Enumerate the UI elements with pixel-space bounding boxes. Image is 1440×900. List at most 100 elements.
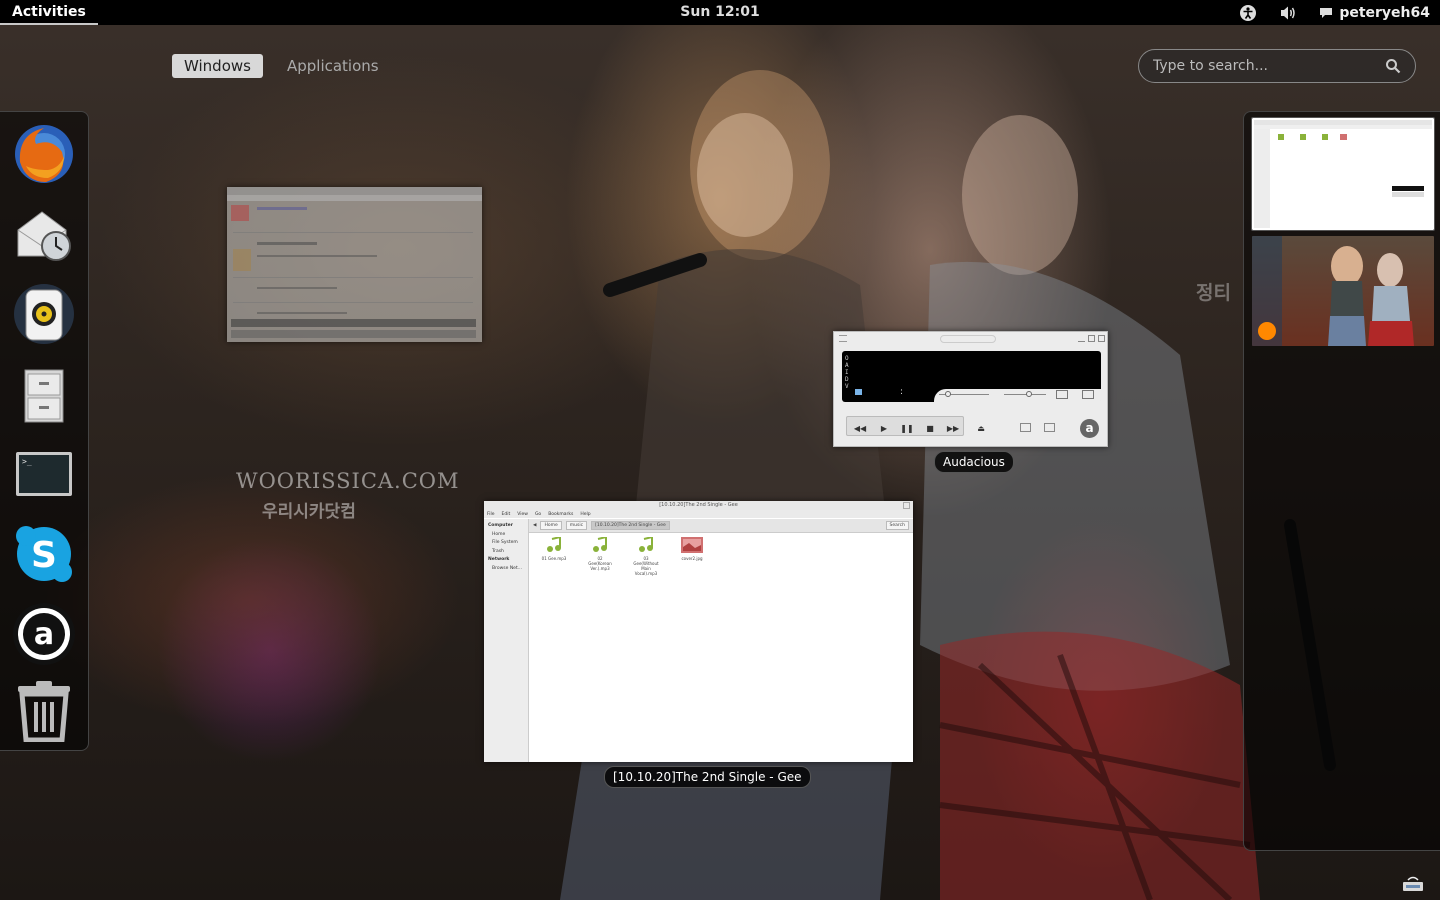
sidebar-heading-network: Network — [488, 557, 510, 562]
pause-icon[interactable]: ❚❚ — [899, 422, 915, 436]
next-icon[interactable]: ▶▶ — [945, 422, 961, 436]
file-name: cover2.jpg — [681, 556, 703, 561]
display-lower-cutout — [934, 389, 1101, 403]
chat-icon — [1320, 7, 1333, 18]
user-menu[interactable]: peteryeh64 — [1319, 5, 1430, 21]
search-icon — [1386, 59, 1401, 74]
audacious-menu-icon[interactable] — [839, 335, 847, 342]
close-icon[interactable] — [1098, 335, 1105, 342]
activities-button[interactable]: Activities — [0, 0, 98, 25]
svg-text:S: S — [31, 535, 57, 576]
menu-go[interactable]: Go — [535, 512, 541, 517]
workspace-1-preview — [1254, 120, 1432, 228]
top-panel: Activities Sun 12:01 peteryeh64 — [0, 0, 1440, 25]
search-input[interactable] — [1153, 58, 1385, 74]
browser-window-content — [227, 187, 482, 338]
sidebar-item-filesystem[interactable]: File System — [488, 539, 524, 548]
accessibility-icon[interactable] — [1239, 4, 1257, 22]
back-icon[interactable]: ◀ — [533, 523, 536, 528]
network-notification-icon[interactable] — [1400, 873, 1426, 893]
browser-window[interactable] — [227, 187, 482, 342]
audacious-title-logo — [940, 335, 996, 343]
repeat-icon[interactable] — [1020, 423, 1031, 432]
tab-windows[interactable]: Windows — [172, 54, 263, 78]
firefox-icon[interactable] — [12, 122, 76, 186]
file-manager-menubar: File Edit View Go Bookmarks Help — [484, 510, 913, 518]
file-manager-title: [10.10.20]The 2nd Single - Gee — [659, 502, 738, 508]
file-manager-toolbar: ◀ Home music [10.10.20]The 2nd Single - … — [529, 519, 913, 533]
audacious-titlebar[interactable] — [834, 332, 1107, 346]
workspace-2-thumbnail[interactable] — [1252, 236, 1434, 346]
workspace-switcher — [1243, 111, 1440, 851]
rhythmbox-icon[interactable] — [12, 282, 76, 346]
volume-slider-knob[interactable] — [945, 391, 951, 397]
clock-label[interactable]: Sun 12:01 — [680, 4, 759, 20]
breadcrumb-home[interactable]: Home — [540, 521, 562, 530]
volume-slider[interactable] — [939, 391, 989, 397]
menu-file[interactable]: File — [487, 512, 495, 517]
dash: >_ S a — [0, 111, 89, 751]
image-file-icon — [681, 537, 703, 553]
display-vertical-text: O A I D V — [845, 355, 849, 390]
skype-icon[interactable]: S — [12, 522, 76, 586]
file-manager-window-label[interactable]: [10.10.20]The 2nd Single - Gee — [604, 766, 811, 788]
audio-file-icon — [547, 535, 561, 552]
workspace-1-thumbnail[interactable] — [1251, 117, 1435, 231]
eject-icon[interactable]: ⏏ — [973, 422, 989, 436]
balance-slider[interactable] — [1004, 391, 1046, 397]
file-name: 03 Gee(Without Main Vocal).mp3 — [633, 556, 659, 576]
close-icon[interactable] — [903, 502, 910, 509]
audacious-window[interactable]: O A I D V : ◀◀ ▶ ❚❚ ■ ▶▶ ⏏ a — [833, 331, 1108, 447]
audio-file-icon — [639, 535, 653, 552]
breadcrumb-current[interactable]: [10.10.20]The 2nd Single - Gee — [591, 521, 670, 530]
menu-bookmarks[interactable]: Bookmarks — [548, 512, 573, 517]
system-tray: peteryeh64 — [1239, 0, 1430, 25]
trash-icon[interactable] — [12, 678, 76, 743]
previous-icon[interactable]: ◀◀ — [852, 422, 868, 436]
file-manager-window[interactable]: [10.10.20]The 2nd Single - Gee File Edit… — [484, 501, 913, 762]
file-name: 02 Gee(Korean Ver.).mp3 — [588, 556, 612, 571]
wallpaper-watermark: WOORISSICA.COM — [236, 469, 460, 493]
sidebar-heading-computer: Computer — [488, 523, 513, 528]
menu-help[interactable]: Help — [580, 512, 590, 517]
audio-file-icon — [593, 535, 607, 552]
svg-text:>_: >_ — [22, 457, 32, 466]
minimize-icon[interactable] — [1078, 335, 1085, 342]
sidebar-item-trash[interactable]: Trash — [488, 548, 524, 557]
audacious-icon[interactable]: a — [12, 602, 76, 666]
menu-view[interactable]: View — [517, 512, 528, 517]
display-time-colon: : — [900, 387, 904, 397]
stop-icon[interactable]: ■ — [922, 422, 938, 436]
audacious-window-label[interactable]: Audacious — [934, 451, 1014, 473]
wallpaper-watermark-sub: 우리시카닷컴 — [262, 502, 356, 522]
file-manager-titlebar[interactable]: [10.10.20]The 2nd Single - Gee — [484, 501, 913, 510]
equalizer-icon[interactable] — [1056, 390, 1068, 399]
file-item[interactable]: cover2.jpg — [678, 537, 706, 576]
tab-applications[interactable]: Applications — [275, 54, 391, 78]
file-item[interactable]: 01 Gee.mp3 — [540, 535, 568, 576]
file-item[interactable]: 03 Gee(Without Main Vocal).mp3 — [632, 535, 660, 576]
shuffle-icon[interactable] — [1044, 423, 1055, 432]
wallpaper-side-text: 정티 — [1196, 282, 1231, 304]
file-cabinet-icon[interactable] — [12, 362, 76, 426]
shade-icon[interactable] — [1088, 335, 1095, 342]
search-button[interactable]: Search — [885, 521, 909, 530]
sidebar-item-home[interactable]: Home — [488, 531, 524, 540]
menu-edit[interactable]: Edit — [502, 512, 511, 517]
display-stop-indicator — [855, 389, 862, 395]
workspace-2-preview — [1252, 236, 1434, 346]
terminal-icon[interactable]: >_ — [12, 442, 76, 506]
search-box[interactable] — [1138, 49, 1416, 83]
playlist-icon[interactable] — [1082, 390, 1094, 399]
evolution-mail-icon[interactable] — [12, 202, 76, 266]
sidebar-item-browse-network[interactable]: Browse Net... — [488, 565, 524, 574]
user-name: peteryeh64 — [1339, 4, 1430, 21]
audacious-logo-icon[interactable]: a — [1080, 419, 1099, 438]
play-icon[interactable]: ▶ — [876, 422, 892, 436]
file-grid: 01 Gee.mp3 02 Gee(Korean Ver.).mp3 03 Ge… — [540, 535, 706, 576]
balance-slider-knob[interactable] — [1026, 391, 1032, 397]
volume-icon[interactable] — [1279, 5, 1297, 21]
clock: Sun 12:01 — [0, 0, 1440, 25]
file-item[interactable]: 02 Gee(Korean Ver.).mp3 — [586, 535, 614, 576]
breadcrumb-music[interactable]: music — [565, 521, 588, 530]
